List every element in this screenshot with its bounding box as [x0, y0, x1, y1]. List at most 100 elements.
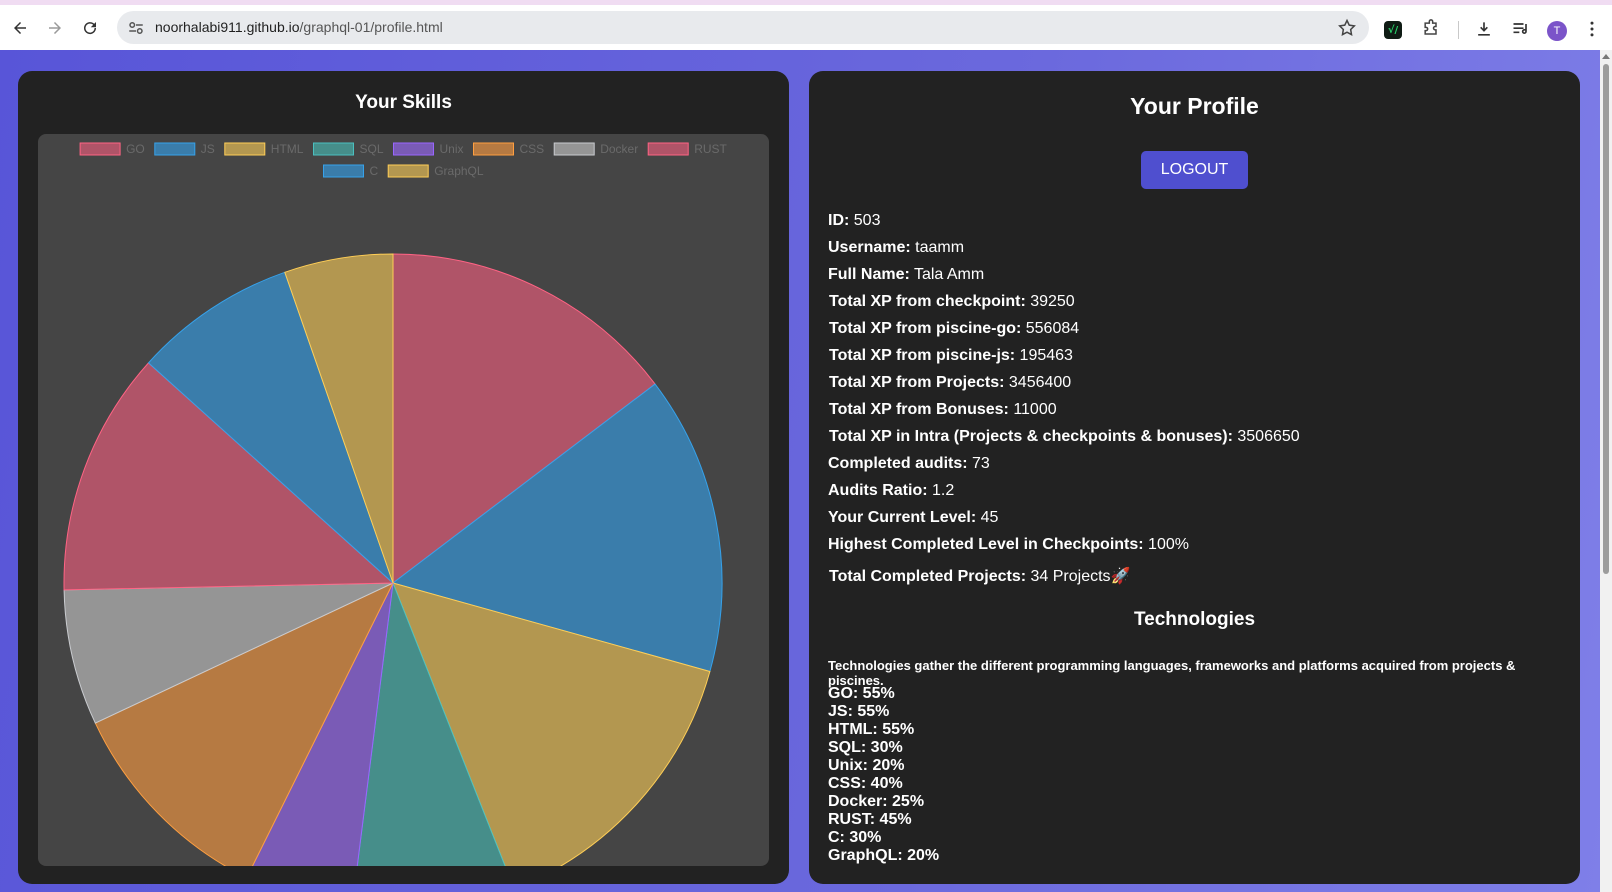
technology-item: GO: 55% — [828, 685, 895, 702]
legend-item-css[interactable]: CSS — [473, 142, 545, 156]
legend-label: CSS — [520, 142, 545, 156]
legend-item-graphql[interactable]: GraphQL — [387, 164, 484, 178]
legend-item-js[interactable]: JS — [154, 142, 215, 156]
reload-icon[interactable] — [78, 16, 102, 40]
profile-field-value: 195463 — [1015, 347, 1073, 364]
extensions-puzzle-icon[interactable] — [1420, 18, 1442, 40]
profile-field-label: Your Current Level: — [828, 509, 977, 526]
site-settings-icon[interactable] — [127, 19, 145, 37]
profile-field-row: Your Current Level: 45 — [828, 509, 998, 527]
browser-menu-icon[interactable] — [1581, 18, 1603, 40]
profile-field-label: Audits Ratio: — [828, 482, 928, 499]
profile-field-value: Tala Amm — [909, 266, 985, 283]
download-icon[interactable] — [1473, 18, 1495, 40]
back-icon[interactable] — [8, 16, 32, 40]
legend-label: Unix — [440, 142, 464, 156]
profile-field-row: Total XP from Bonuses: 11000 — [829, 401, 1057, 419]
technology-item: Docker: 25% — [828, 793, 925, 810]
profile-field-value: 503 — [849, 212, 881, 229]
profile-field-label: Full Name: — [828, 266, 910, 283]
legend-label: RUST — [694, 142, 727, 156]
media-queue-icon[interactable] — [1510, 18, 1532, 40]
browser-toolbar: noorhalabi911.github.io/graphql-01/profi… — [0, 0, 1612, 50]
address-bar[interactable]: noorhalabi911.github.io/graphql-01/profi… — [117, 11, 1369, 44]
legend-item-rust[interactable]: RUST — [647, 142, 728, 156]
technology-item: HTML: 55% — [828, 721, 915, 738]
profile-field-value: 556084 — [1021, 320, 1080, 337]
url-text: noorhalabi911.github.io/graphql-01/profi… — [155, 19, 443, 35]
profile-field-label: ID: — [828, 212, 850, 229]
technology-item: JS: 55% — [828, 703, 890, 720]
profile-field-label: Total XP from piscine-js: — [829, 347, 1016, 364]
legend-swatch — [393, 142, 434, 156]
profile-field-label: Total XP from Projects: — [829, 374, 1005, 391]
profile-field-label: Total XP from piscine-go: — [829, 320, 1022, 337]
profile-field-label: Total XP from Bonuses: — [829, 401, 1009, 418]
page-content: Your Skills GO JS HTML SQL Unix CSS Docker RUST… — [0, 50, 1600, 892]
legend-item-docker[interactable]: Docker — [553, 142, 638, 156]
legend-swatch — [647, 142, 689, 156]
profile-field-label: Username: — [828, 239, 911, 256]
profile-field-label: Total XP from checkpoint: — [829, 293, 1026, 310]
profile-field-value: 3456400 — [1004, 374, 1072, 391]
legend-swatch — [154, 142, 196, 156]
page-scrollbar[interactable] — [1600, 50, 1612, 892]
skills-card: Your Skills GO JS HTML SQL Unix CSS Docker RUST… — [18, 71, 789, 884]
profile-field-label: Completed audits: — [828, 455, 968, 472]
profile-field-value: 1.2 — [927, 482, 955, 499]
legend-item-unix[interactable]: Unix — [393, 142, 464, 156]
profile-field-value: 34 Projects🚀 — [1026, 568, 1131, 585]
technology-item: GraphQL: 20% — [828, 847, 940, 864]
technology-item: CSS: 40% — [828, 775, 903, 792]
profile-field-value: 100% — [1143, 536, 1189, 553]
technology-item: RUST: 45% — [828, 811, 912, 828]
extension-icon[interactable]: √/ — [1384, 21, 1402, 39]
profile-field-row: Audits Ratio: 1.2 — [828, 482, 954, 500]
legend-swatch — [473, 142, 514, 156]
pie-chart-svg: GO JS HTML SQL Unix CSS Docker RUST C GraphQL — [63, 142, 728, 866]
profile-field-row: Total XP from Projects: 3456400 — [829, 374, 1071, 392]
profile-card: Your Profile LOGOUT ID: 503 Username: taa… — [809, 71, 1580, 884]
profile-avatar[interactable]: T — [1547, 21, 1567, 41]
profile-field-row: Total XP from checkpoint: 39250 — [829, 293, 1075, 311]
bookmark-star-icon[interactable] — [1337, 18, 1357, 38]
legend-label: GraphQL — [434, 164, 484, 178]
legend-swatch — [79, 142, 121, 156]
legend-swatch — [323, 164, 364, 178]
legend-item-sql[interactable]: SQL — [313, 142, 384, 156]
technologies-list: GO: 55% JS: 55% HTML: 55% SQL: 30% Unix: 20%… — [828, 685, 939, 865]
legend-swatch — [553, 142, 595, 156]
legend-item-c[interactable]: C — [323, 164, 379, 178]
profile-field-row: Total Completed Projects: 34 Projects🚀 — [829, 566, 1130, 586]
technologies-description: Technologies gather the different progra… — [828, 658, 1516, 688]
legend-item-html[interactable]: HTML — [224, 142, 304, 156]
technology-item: Unix: 20% — [828, 757, 905, 774]
profile-field-value: 3506650 — [1232, 428, 1300, 445]
skills-pie-chart: GO JS HTML SQL Unix CSS Docker RUST C GraphQL — [38, 134, 769, 866]
profile-field-row: Username: taamm — [828, 239, 964, 257]
legend-label: C — [370, 164, 379, 178]
profile-field-row: Completed audits: 73 — [828, 455, 990, 473]
profile-field-value: 45 — [976, 509, 999, 526]
legend-swatch — [387, 164, 429, 178]
forward-icon[interactable] — [43, 16, 67, 40]
profile-field-label: Highest Completed Level in Checkpoints: — [828, 536, 1144, 553]
skills-title: Your Skills — [355, 92, 452, 113]
scroll-up-arrow-icon[interactable] — [1602, 54, 1610, 59]
profile-field-row: Full Name: Tala Amm — [828, 266, 984, 284]
legend-label: HTML — [271, 142, 304, 156]
legend-item-go[interactable]: GO — [79, 142, 145, 156]
scrollbar-thumb[interactable] — [1603, 64, 1609, 574]
legend-label: SQL — [360, 142, 384, 156]
profile-field-label: Total XP in Intra (Projects & checkpoint… — [829, 428, 1233, 445]
profile-field-label: Total Completed Projects: — [829, 568, 1027, 585]
profile-field-value: 39250 — [1025, 293, 1075, 310]
profile-field-row: Total XP from piscine-js: 195463 — [829, 347, 1073, 365]
profile-field-row: Total XP in Intra (Projects & checkpoint… — [829, 428, 1300, 446]
profile-title: Your Profile — [1130, 93, 1259, 119]
legend-label: JS — [201, 142, 215, 156]
legend-label: Docker — [600, 142, 638, 156]
logout-button[interactable]: LOGOUT — [1141, 151, 1248, 189]
legend-swatch — [313, 142, 354, 156]
legend-swatch — [224, 142, 266, 156]
